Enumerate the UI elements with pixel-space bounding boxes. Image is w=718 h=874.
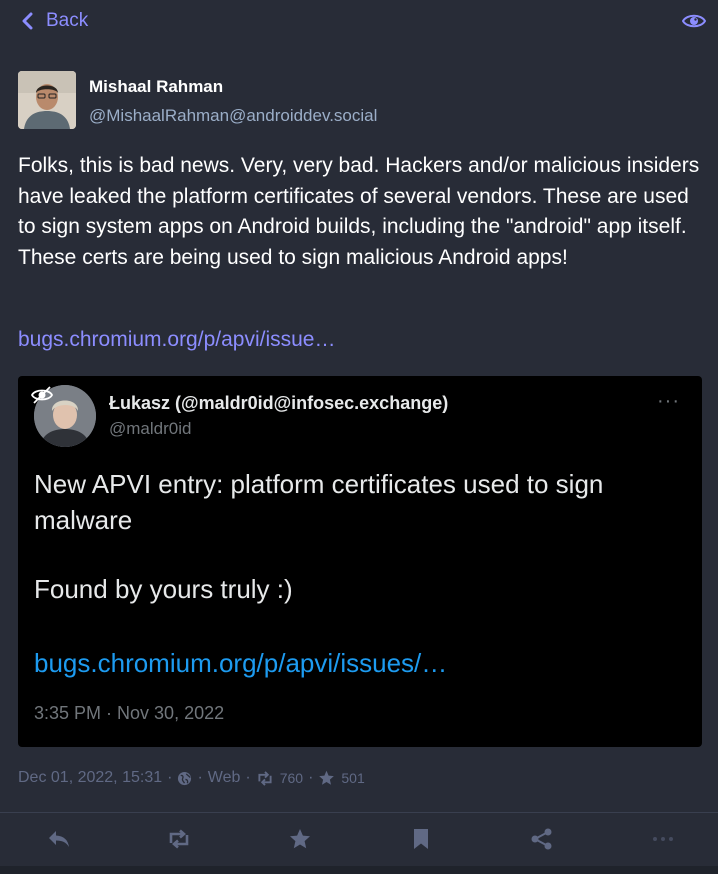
- embedded-timestamp: 3:35 PM · Nov 30, 2022: [34, 703, 225, 723]
- status-app: Web: [207, 769, 241, 786]
- reply-button[interactable]: [46, 827, 72, 851]
- status-author[interactable]: Mishaal Rahman @MishaalRahman@androiddev…: [18, 71, 698, 131]
- separator: ·: [167, 769, 173, 786]
- reblog-count[interactable]: 760: [280, 770, 303, 786]
- bookmark-button[interactable]: [408, 827, 434, 851]
- eye-icon[interactable]: [30, 385, 54, 405]
- more-icon: [653, 837, 673, 841]
- bookmark-icon: [414, 829, 428, 849]
- reply-icon: [49, 831, 69, 847]
- retweet-icon: [258, 770, 272, 786]
- separator: ·: [197, 769, 203, 786]
- star-icon: [290, 829, 310, 849]
- favourite-button[interactable]: [287, 827, 313, 851]
- account-handle[interactable]: @MishaalRahman@androiddev.social: [89, 106, 377, 126]
- status-content: Folks, this is bad news. Very, very bad.…: [18, 154, 700, 269]
- share-button[interactable]: [529, 827, 555, 851]
- star-icon: [319, 770, 335, 785]
- embedded-link: bugs.chromium.org/p/apvi/issues/…: [34, 648, 448, 678]
- status-meta: Dec 01, 2022, 15:31 · · Web · 760 · 501: [18, 767, 365, 789]
- embedded-author-handle: @maldr0id: [109, 419, 192, 438]
- reblog-button[interactable]: [166, 827, 192, 851]
- embedded-text-2: Found by yours truly :): [34, 574, 293, 604]
- embedded-text: New APVI entry: platform certificates us…: [34, 469, 604, 535]
- embedded-author-name: Łukasz (@maldr0id@infosec.exchange): [109, 393, 449, 413]
- top-bar: Back: [0, 0, 718, 42]
- avatar[interactable]: [18, 71, 76, 129]
- separator: ·: [308, 769, 314, 786]
- globe-icon: [178, 771, 192, 785]
- favourite-count[interactable]: 501: [341, 770, 364, 786]
- action-bar: [0, 812, 718, 866]
- more-icon: ···: [657, 390, 680, 412]
- share-icon: [531, 828, 552, 850]
- chevron-left-icon: [22, 12, 33, 30]
- bottom-strip: [0, 866, 718, 874]
- eye-icon[interactable]: [681, 11, 707, 31]
- media-attachment[interactable]: Łukasz (@maldr0id@infosec.exchange) @mal…: [18, 376, 702, 747]
- more-button[interactable]: [650, 827, 676, 851]
- status-date[interactable]: Dec 01, 2022, 15:31: [18, 769, 162, 787]
- back-button[interactable]: Back: [20, 8, 88, 34]
- separator: ·: [245, 769, 251, 786]
- status-link[interactable]: bugs.chromium.org/p/apvi/issue…: [18, 328, 335, 352]
- retweet-icon: [169, 829, 189, 849]
- display-name[interactable]: Mishaal Rahman: [89, 77, 223, 97]
- back-label: Back: [46, 10, 89, 31]
